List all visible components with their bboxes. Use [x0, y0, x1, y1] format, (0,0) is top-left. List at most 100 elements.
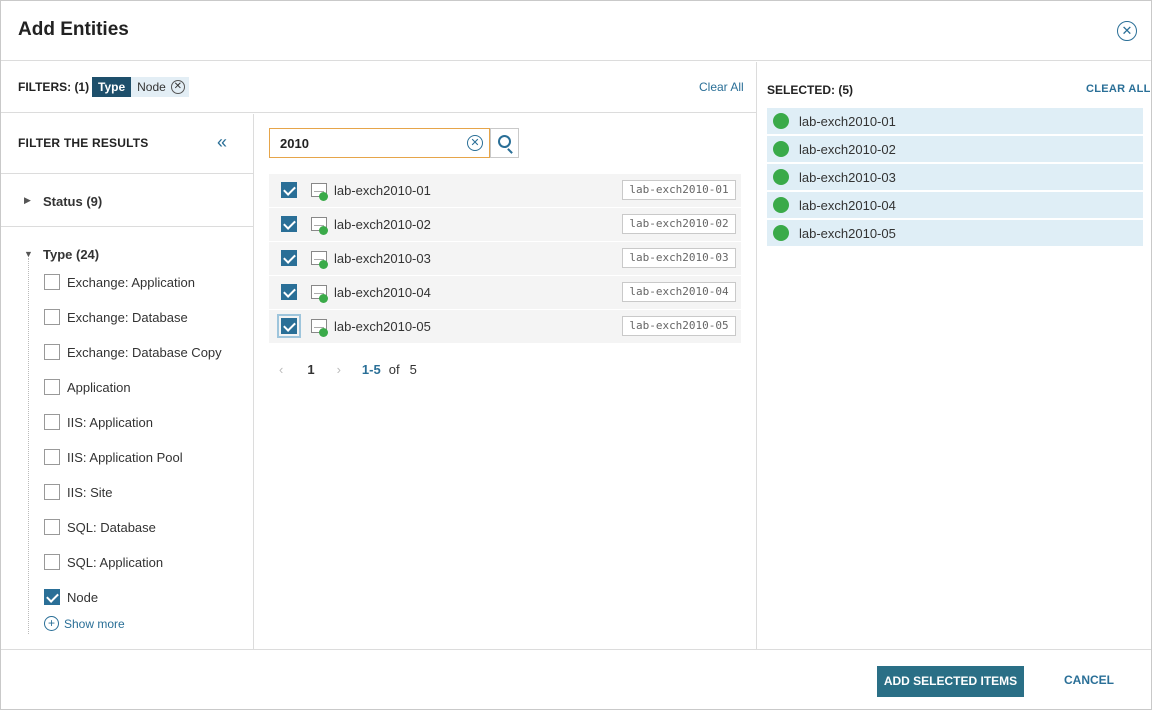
- result-row[interactable]: lab-exch2010-03 lab-exch2010-03: [269, 242, 741, 275]
- results-panel: ✕ lab-exch2010-01 lab-exch2010-01 lab-ex…: [255, 114, 756, 649]
- checkbox[interactable]: [44, 309, 60, 325]
- clear-search-icon[interactable]: ✕: [467, 135, 483, 151]
- double-chevron-left-icon[interactable]: «: [217, 132, 227, 153]
- result-name[interactable]: lab-exch2010-02: [334, 217, 431, 232]
- filters-count-label: FILTERS: (1): [18, 80, 90, 94]
- selected-item-name: lab-exch2010-01: [799, 114, 896, 129]
- checkbox-checked[interactable]: [277, 314, 301, 338]
- selected-item-name: lab-exch2010-02: [799, 142, 896, 157]
- type-filter-item[interactable]: IIS: Site: [44, 483, 113, 501]
- status-up-icon: [319, 260, 328, 269]
- checkbox[interactable]: [44, 414, 60, 430]
- filter-sidebar-header: FILTER THE RESULTS «: [1, 114, 253, 174]
- result-row[interactable]: lab-exch2010-05 lab-exch2010-05: [269, 310, 741, 343]
- current-page: 1: [307, 361, 315, 377]
- page-of-label: of: [388, 361, 400, 377]
- status-up-icon: [319, 294, 328, 303]
- status-up-icon: [319, 226, 328, 235]
- chevron-left-icon[interactable]: ‹: [279, 362, 283, 377]
- result-row[interactable]: lab-exch2010-01 lab-exch2010-01: [269, 174, 741, 207]
- type-filter-item[interactable]: SQL: Database: [44, 518, 156, 536]
- type-filter-label: Node: [67, 589, 99, 605]
- left-panel: FILTERS: (1) Type Node ✕ Clear All FILTE…: [1, 62, 756, 649]
- chevron-right-icon[interactable]: ›: [337, 362, 341, 377]
- type-filter-label: IIS: Application: [67, 414, 153, 430]
- checkbox[interactable]: [44, 379, 60, 395]
- checkbox-checked[interactable]: [44, 589, 60, 605]
- result-name[interactable]: lab-exch2010-03: [334, 251, 431, 266]
- dialog-title: Add Entities: [18, 19, 129, 40]
- dialog-header: Add Entities ✕: [1, 1, 1151, 61]
- dialog-footer: ADD SELECTED ITEMS CANCEL: [1, 649, 1151, 709]
- status-up-icon: [773, 169, 789, 185]
- type-filter-item[interactable]: Exchange: Application: [44, 273, 195, 291]
- status-up-icon: [773, 141, 789, 157]
- status-up-icon: [773, 225, 789, 241]
- status-up-icon: [319, 192, 328, 201]
- checkbox[interactable]: [44, 554, 60, 570]
- filter-group-type: ▼ Type (24) Exchange: Application Exchan…: [1, 228, 253, 648]
- checkbox-checked[interactable]: [281, 250, 297, 266]
- show-more-link[interactable]: + Show more: [44, 616, 125, 631]
- filter-sidebar: FILTER THE RESULTS « ▶ Status (9) ▼ Type…: [1, 114, 254, 649]
- pagination: ‹ 1 › 1-5 of 5: [279, 359, 417, 379]
- result-name[interactable]: lab-exch2010-05: [334, 319, 431, 334]
- clear-all-selected-button[interactable]: CLEAR ALL: [1086, 83, 1151, 95]
- filter-group-label[interactable]: Type (24): [43, 247, 99, 262]
- filter-sidebar-heading: FILTER THE RESULTS: [18, 136, 149, 150]
- status-up-icon: [319, 328, 328, 337]
- filter-chip-value-box: Node ✕: [131, 77, 189, 97]
- selected-item[interactable]: lab-exch2010-02: [767, 136, 1143, 162]
- cancel-button[interactable]: CANCEL: [1064, 673, 1114, 687]
- plus-circle-icon: +: [44, 616, 59, 631]
- checkbox-checked[interactable]: [281, 284, 297, 300]
- checkbox[interactable]: [44, 274, 60, 290]
- type-filter-item[interactable]: Application: [44, 378, 131, 396]
- type-filter-label: Exchange: Database Copy: [67, 344, 222, 360]
- filter-chip-key: Type: [92, 77, 132, 97]
- search-input[interactable]: [270, 129, 465, 157]
- filter-group-status[interactable]: ▶ Status (9): [1, 175, 253, 227]
- selected-count-label: SELECTED: (5): [767, 83, 854, 97]
- remove-filter-icon[interactable]: ✕: [170, 80, 185, 94]
- type-filter-item[interactable]: IIS: Application Pool: [44, 448, 183, 466]
- result-tag: lab-exch2010-05: [622, 316, 736, 336]
- add-entities-dialog: Add Entities ✕ FILTERS: (1) Type Node ✕ …: [0, 0, 1152, 710]
- close-icon[interactable]: ✕: [1117, 21, 1137, 41]
- type-filter-item[interactable]: Exchange: Database: [44, 308, 188, 326]
- result-tag: lab-exch2010-03: [622, 248, 736, 268]
- filter-chip-value: Node: [137, 80, 166, 94]
- checkbox[interactable]: [44, 519, 60, 535]
- result-name[interactable]: lab-exch2010-01: [334, 183, 431, 198]
- search-button[interactable]: [490, 128, 519, 158]
- checkbox[interactable]: [44, 484, 60, 500]
- checkbox[interactable]: [44, 449, 60, 465]
- result-row[interactable]: lab-exch2010-02 lab-exch2010-02: [269, 208, 741, 241]
- selected-item[interactable]: lab-exch2010-01: [767, 108, 1143, 134]
- type-filter-item[interactable]: Exchange: Database Copy: [44, 343, 222, 361]
- type-filter-label: Application: [67, 379, 131, 395]
- clear-all-filters-link[interactable]: Clear All: [699, 80, 744, 94]
- selected-item-name: lab-exch2010-03: [799, 170, 896, 185]
- result-tag: lab-exch2010-02: [622, 214, 736, 234]
- result-name[interactable]: lab-exch2010-04: [334, 285, 431, 300]
- type-filter-item[interactable]: IIS: Application: [44, 413, 153, 431]
- add-selected-items-button[interactable]: ADD SELECTED ITEMS: [877, 666, 1024, 697]
- filter-chip-type: Type Node ✕: [92, 77, 189, 97]
- selected-item-name: lab-exch2010-05: [799, 226, 896, 241]
- selected-item[interactable]: lab-exch2010-05: [767, 220, 1143, 246]
- search-icon: [498, 135, 511, 148]
- page-total: 5: [409, 361, 417, 377]
- result-row[interactable]: lab-exch2010-04 lab-exch2010-04: [269, 276, 741, 309]
- checkbox[interactable]: [44, 344, 60, 360]
- checkbox-checked[interactable]: [281, 182, 297, 198]
- type-filter-item-node[interactable]: Node: [44, 588, 98, 606]
- result-tag: lab-exch2010-04: [622, 282, 736, 302]
- selected-item[interactable]: lab-exch2010-04: [767, 192, 1143, 218]
- caret-right-icon: ▶: [24, 195, 31, 205]
- type-filter-label: Exchange: Database: [67, 309, 188, 325]
- checkbox-checked[interactable]: [281, 216, 297, 232]
- selected-item[interactable]: lab-exch2010-03: [767, 164, 1143, 190]
- filter-group-label: Status (9): [43, 194, 103, 209]
- type-filter-item[interactable]: SQL: Application: [44, 553, 163, 571]
